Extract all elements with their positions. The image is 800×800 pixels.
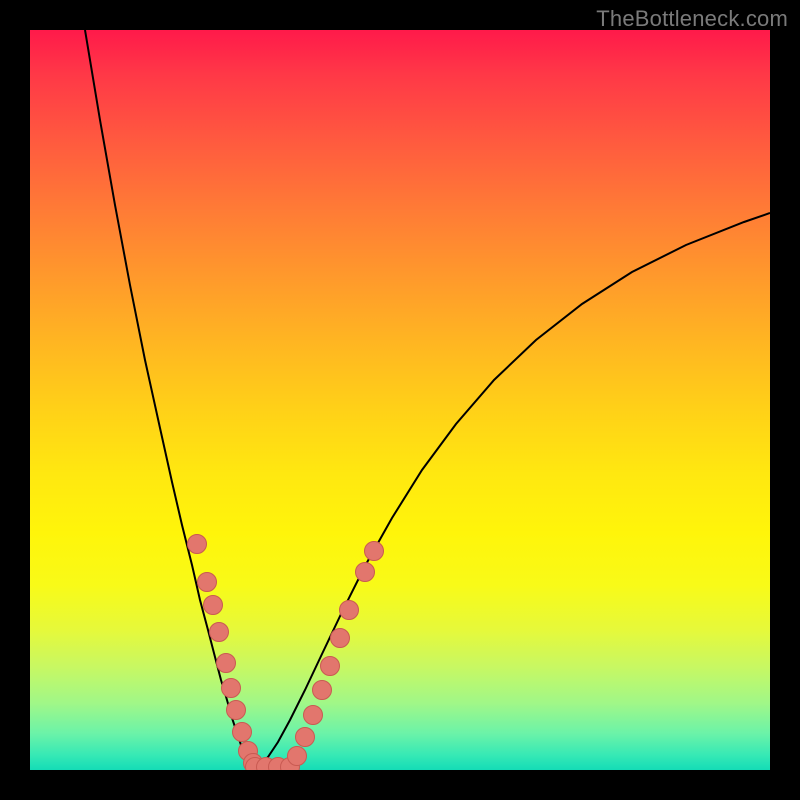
bottleneck-chart	[30, 30, 770, 770]
data-dot	[204, 596, 223, 615]
data-dot	[233, 723, 252, 742]
data-dot	[331, 629, 350, 648]
data-dot	[296, 728, 315, 747]
data-dot	[188, 535, 207, 554]
watermark-text: TheBottleneck.com	[596, 6, 788, 32]
data-dot	[210, 623, 229, 642]
data-dot	[340, 601, 359, 620]
data-dot	[222, 679, 241, 698]
data-dot	[198, 573, 217, 592]
data-dot	[313, 681, 332, 700]
data-dot	[321, 657, 340, 676]
data-dot	[227, 701, 246, 720]
data-dot	[217, 654, 236, 673]
data-dot	[288, 747, 307, 766]
curve-right-branch	[255, 213, 770, 768]
data-dots-group	[188, 535, 384, 771]
data-dot	[356, 563, 375, 582]
data-dot	[304, 706, 323, 725]
data-dot	[365, 542, 384, 561]
